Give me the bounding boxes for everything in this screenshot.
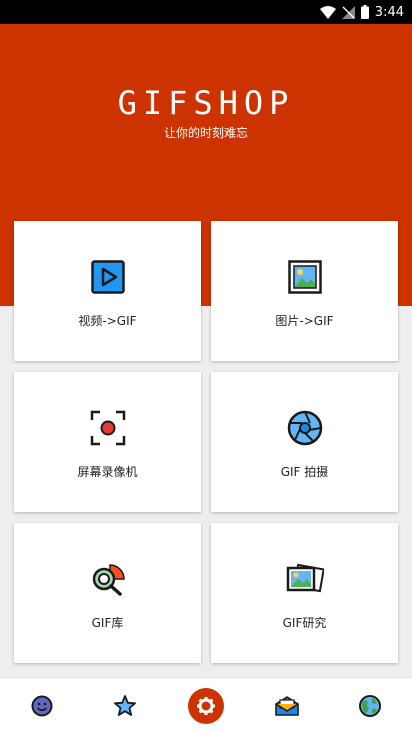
tile-video-to-gif[interactable]: 视频->GIF bbox=[14, 221, 201, 361]
screen-record-icon bbox=[89, 409, 127, 447]
bottom-nav bbox=[0, 679, 412, 733]
tile-label: GIF库 bbox=[91, 616, 124, 630]
tile-label: GIF 拍摄 bbox=[280, 465, 329, 479]
camera-aperture-icon bbox=[286, 409, 324, 447]
settings-gear-icon bbox=[196, 697, 215, 715]
app-title: GIFSHOP bbox=[117, 84, 295, 122]
tile-label: GIF研究 bbox=[282, 616, 327, 630]
tile-label: 图片->GIF bbox=[275, 314, 334, 328]
star-icon bbox=[113, 695, 136, 716]
tile-screen-recorder[interactable]: 屏幕录像机 bbox=[14, 372, 201, 512]
nav-star-tab[interactable] bbox=[105, 686, 145, 726]
mail-icon bbox=[275, 696, 299, 716]
tile-gif-library[interactable]: GIF库 bbox=[14, 523, 201, 663]
tile-gif-research[interactable]: GIF研究 bbox=[211, 523, 398, 663]
no-signal-icon bbox=[341, 5, 355, 19]
tile-picture-to-gif[interactable]: 图片->GIF bbox=[211, 221, 398, 361]
nav-settings-tab[interactable] bbox=[187, 688, 224, 724]
picture-icon bbox=[286, 258, 324, 296]
status-time: 3:44 bbox=[374, 4, 404, 20]
globe-icon bbox=[359, 695, 382, 717]
wifi-icon bbox=[319, 5, 336, 19]
video-play-icon bbox=[89, 258, 127, 296]
status-bar: 3:44 bbox=[0, 0, 412, 24]
tile-label: 视频->GIF bbox=[78, 314, 137, 328]
tile-gif-capture[interactable]: GIF 拍摄 bbox=[211, 372, 398, 512]
nav-globe-tab[interactable] bbox=[350, 686, 390, 726]
smiley-icon bbox=[31, 695, 53, 717]
app-subtitle: 让你的时刻难忘 bbox=[163, 126, 248, 140]
gif-research-icon bbox=[286, 560, 324, 598]
nav-mail-tab[interactable] bbox=[267, 686, 307, 726]
gif-library-icon bbox=[89, 560, 127, 598]
tile-label: 屏幕录像机 bbox=[77, 465, 138, 479]
nav-smiley-tab[interactable] bbox=[22, 686, 62, 726]
battery-icon bbox=[360, 5, 369, 19]
